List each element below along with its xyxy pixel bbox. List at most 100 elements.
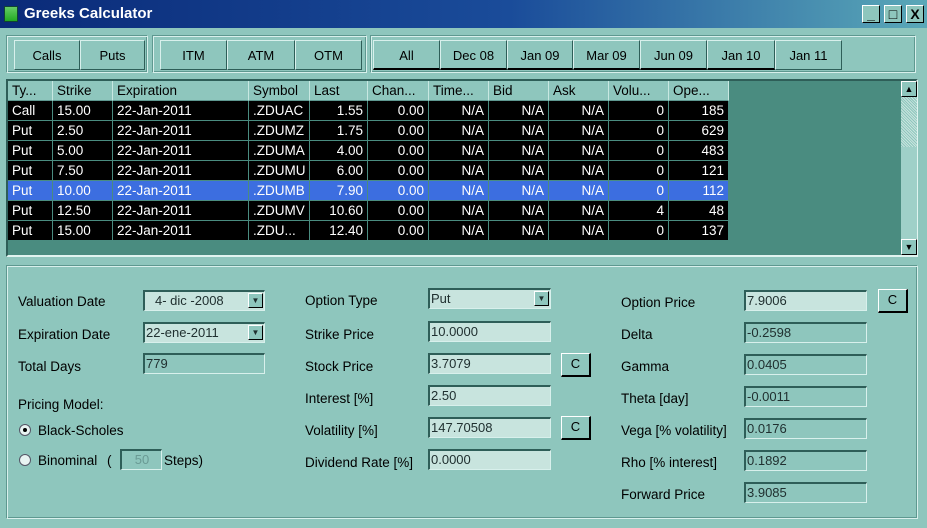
total-days-label: Total Days [18,359,82,374]
theta-day-field: -0.0011 [744,386,867,407]
column-header-open-interest[interactable]: Ope... [669,81,729,101]
cell-bid: N/A [489,141,549,161]
scroll-down-icon[interactable]: ▼ [901,239,917,255]
expiry-jan11-button[interactable]: Jan 11 [775,40,842,70]
expiry-jan10-button[interactable]: Jan 10 [707,40,775,70]
expiration-date-select[interactable]: 22-ene-2011 ▼ [143,322,265,343]
expiry-mar09-button[interactable]: Mar 09 [573,40,640,70]
cell-bid: N/A [489,101,549,121]
maximize-button[interactable]: □ [884,5,902,23]
steps-field[interactable]: 50 [120,449,162,470]
cell-type: Call [8,101,53,121]
expiry-jan09-button[interactable]: Jan 09 [507,40,573,70]
otm-button[interactable]: OTM [295,40,362,70]
chevron-down-icon[interactable]: ▼ [534,291,549,306]
interest-input[interactable]: 2.50 [428,385,551,406]
gamma-field: 0.0405 [744,354,867,375]
column-header-change[interactable]: Chan... [368,81,429,101]
stock-price-input[interactable]: 3.7079 [428,353,551,374]
option-type-select[interactable]: Put ▼ [428,288,551,309]
cell-ask: N/A [549,181,609,201]
window-title: Greeks Calculator [24,5,153,22]
calc-stock-price-button[interactable]: C [561,353,591,377]
scroll-thumb[interactable] [901,97,917,147]
expiration-date-value: 22-ene-2011 [146,325,219,340]
total-days-field: 779 [143,353,265,374]
black-scholes-label: Black-Scholes [38,423,124,438]
column-header-ask[interactable]: Ask [549,81,609,101]
cell-change: 0.00 [368,221,429,241]
cell-ask: N/A [549,121,609,141]
calls-button[interactable]: Calls [14,40,80,70]
black-scholes-radio[interactable] [19,424,31,436]
calc-option-price-button[interactable]: C [878,289,908,313]
steps-label: Steps) [164,453,204,468]
option-type-label: Option Type [305,293,378,308]
expiry-all-button[interactable]: All [373,40,440,70]
chevron-down-icon[interactable]: ▼ [248,293,263,308]
option-price-field[interactable]: 7.9006 [744,290,867,311]
interest-label: Interest [%] [305,391,374,406]
cell-ask: N/A [549,101,609,121]
column-header-strike[interactable]: Strike [53,81,113,101]
close-button[interactable]: X [906,5,924,23]
itm-button[interactable]: ITM [160,40,227,70]
cell-bid: N/A [489,161,549,181]
cell-change: 0.00 [368,121,429,141]
cell-time: N/A [429,161,489,181]
vertical-scrollbar[interactable]: ▲ ▼ [901,81,917,255]
cell-strike: 2.50 [53,121,113,141]
column-header-expiration[interactable]: Expiration [113,81,249,101]
forward-price-field: 3.9085 [744,482,867,503]
delta-label: Delta [621,327,653,342]
cell-change: 0.00 [368,161,429,181]
chevron-down-icon[interactable]: ▼ [248,325,263,340]
minimize-button[interactable]: _ [862,5,880,23]
cell-symbol: .ZDUAC [249,101,310,121]
cell-time: N/A [429,181,489,201]
cell-last: 7.90 [310,181,368,201]
column-header-symbol[interactable]: Symbol [249,81,310,101]
volatility-input[interactable]: 147.70508 [428,417,551,438]
atm-button[interactable]: ATM [227,40,295,70]
stock-price-label: Stock Price [305,359,374,374]
cell-volume: 0 [609,161,669,181]
valuation-date-select[interactable]: 4- dic -2008 ▼ [143,290,265,311]
cell-strike: 15.00 [53,221,113,241]
dividend-rate-input[interactable]: 0.0000 [428,449,551,470]
column-header-time[interactable]: Time... [429,81,489,101]
cell-expiration: 22-Jan-2011 [113,201,249,221]
expiration-date-label: Expiration Date [18,327,111,342]
rho-interest-field: 0.1892 [744,450,867,471]
binominal-label: Binominal [38,453,98,468]
cell-volume: 0 [609,221,669,241]
cell-time: N/A [429,121,489,141]
cell-expiration: 22-Jan-2011 [113,161,249,181]
cell-time: N/A [429,201,489,221]
paren-open: ( [107,453,112,468]
option-price-label: Option Price [621,295,696,310]
options-table[interactable]: Ty... Strike Expiration Symbol Last Chan... Ti… [6,79,918,257]
puts-button[interactable]: Puts [80,40,145,70]
column-header-volume[interactable]: Volu... [609,81,669,101]
strike-price-input[interactable]: 10.0000 [428,321,551,342]
expiry-jun09-button[interactable]: Jun 09 [640,40,707,70]
cell-ask: N/A [549,201,609,221]
cell-open-interest: 137 [669,221,729,241]
scroll-up-icon[interactable]: ▲ [901,81,917,97]
cell-strike: 7.50 [53,161,113,181]
cell-change: 0.00 [368,181,429,201]
cell-expiration: 22-Jan-2011 [113,141,249,161]
column-header-last[interactable]: Last [310,81,368,101]
expiry-dec08-button[interactable]: Dec 08 [440,40,507,70]
column-header-type[interactable]: Ty... [8,81,53,101]
cell-last: 12.40 [310,221,368,241]
cell-bid: N/A [489,201,549,221]
cell-symbol: .ZDUMA [249,141,310,161]
calc-volatility-button[interactable]: C [561,416,591,440]
dividend-rate-label: Dividend Rate [%] [305,455,414,470]
cell-last: 1.75 [310,121,368,141]
binominal-radio[interactable] [19,454,31,466]
column-header-bid[interactable]: Bid [489,81,549,101]
cell-volume: 0 [609,101,669,121]
